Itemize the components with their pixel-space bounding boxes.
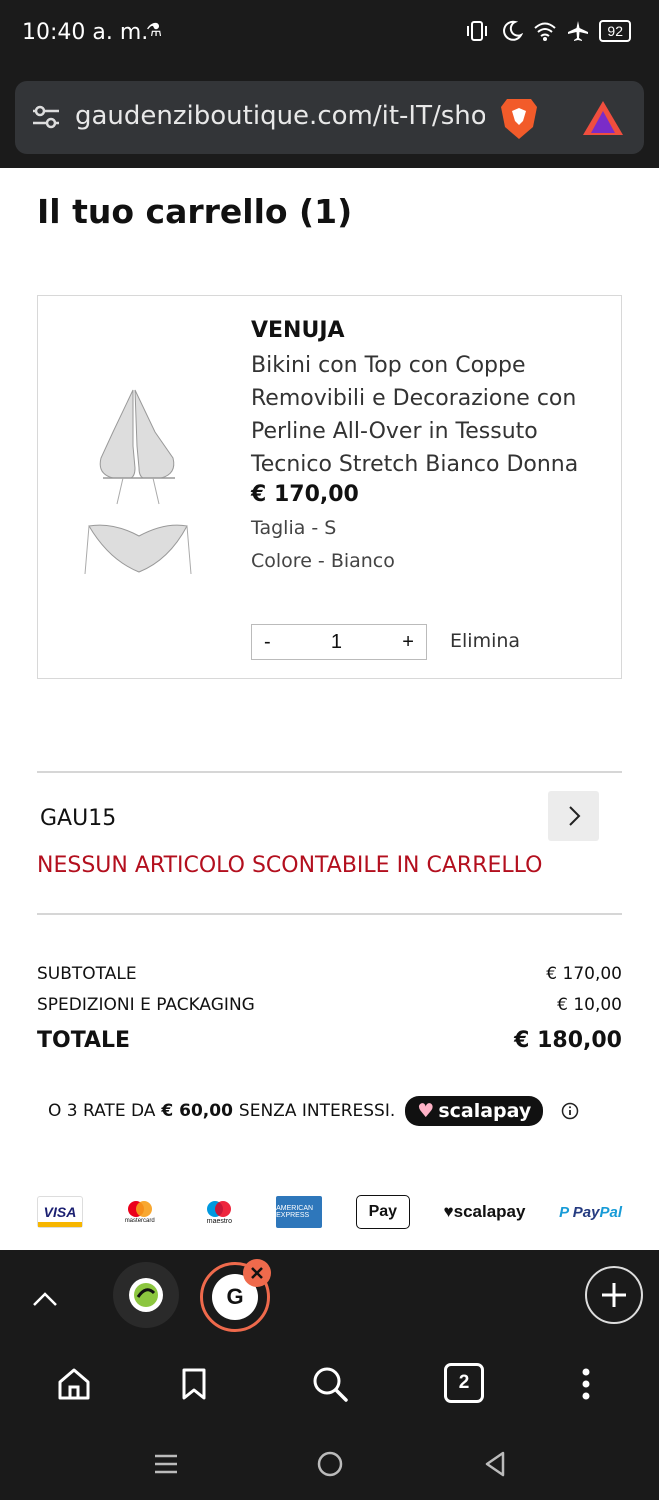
back-button[interactable]	[475, 1444, 515, 1484]
maestro-label: maestro	[206, 1217, 233, 1225]
recent-apps-button[interactable]	[146, 1446, 186, 1482]
product-price: € 170,00	[251, 482, 359, 507]
quantity-value[interactable]: 1	[331, 631, 342, 654]
subtotal-label: SUBTOTALE	[37, 964, 137, 984]
maestro-logo: maestro	[196, 1196, 242, 1228]
collapse-tabs-button[interactable]	[24, 1278, 66, 1320]
site-favicon-icon	[129, 1278, 163, 1312]
menu-lines-icon	[155, 1454, 177, 1474]
system-nav-bar	[0, 1420, 659, 1500]
product-brand: VENUJA	[251, 318, 345, 343]
brave-rewards-icon[interactable]	[581, 99, 625, 137]
moon-icon	[503, 20, 524, 41]
shipping-value: € 10,00	[557, 995, 622, 1015]
status-time: 10:40 a. m.	[22, 20, 149, 45]
battery-indicator: 92	[599, 20, 631, 42]
cart-item-card: VENUJA Bikini con Top con Coppe Removibi…	[37, 295, 622, 679]
home-button[interactable]	[52, 1362, 96, 1406]
brave-shields-icon[interactable]	[499, 95, 539, 141]
scalapay-badge: ♥ scalapay	[405, 1096, 544, 1126]
more-vertical-icon	[582, 1368, 590, 1400]
scalapay-badge-label: scalapay	[438, 1100, 532, 1122]
subtotal-value: € 170,00	[546, 964, 622, 984]
airplane-icon	[568, 21, 589, 41]
total-value: € 180,00	[514, 1028, 622, 1053]
quantity-increase-button[interactable]: +	[402, 631, 414, 654]
new-tab-button[interactable]	[585, 1266, 643, 1324]
bookmark-icon	[182, 1368, 206, 1400]
search-button[interactable]	[308, 1362, 352, 1406]
tab-thumbnail-1[interactable]	[113, 1262, 179, 1328]
page-title: Il tuo carrello (1)	[37, 192, 353, 231]
payment-methods: VISA mastercard maestro AMERICAN EXPRESS…	[37, 1194, 622, 1230]
info-icon[interactable]	[561, 1102, 579, 1120]
chevron-right-icon	[568, 806, 580, 826]
quantity-decrease-button[interactable]: -	[264, 631, 271, 654]
apply-coupon-button[interactable]	[548, 791, 599, 841]
search-icon	[313, 1367, 348, 1402]
amex-logo: AMERICAN EXPRESS	[276, 1196, 323, 1228]
paypal-p-icon: P	[559, 1203, 573, 1221]
home-icon	[58, 1368, 90, 1400]
vibrate-icon	[467, 21, 488, 41]
browser-bottom-bar: G 2	[0, 1250, 659, 1420]
product-name[interactable]: Bikini con Top con Coppe Removibili e De…	[251, 349, 601, 481]
scalapay-logo-label: scalapay	[453, 1202, 526, 1221]
product-image[interactable]	[83, 386, 193, 586]
shipping-row: SPEDIZIONI E PACKAGING € 10,00	[37, 995, 622, 1015]
site-settings-icon[interactable]	[31, 103, 61, 131]
home-system-button[interactable]	[310, 1444, 350, 1484]
quantity-stepper: - 1 +	[251, 624, 427, 660]
visa-logo: VISA	[37, 1196, 83, 1228]
product-color: Colore - Bianco	[251, 550, 395, 572]
remove-item-link[interactable]: Elimina	[450, 630, 520, 652]
apple-pay-label: Pay	[368, 1203, 398, 1220]
address-bar[interactable]: gaudenziboutique.com/it-IT/shop/cart	[15, 81, 644, 154]
coupon-code[interactable]: GAU15	[40, 806, 116, 831]
subtotal-row: SUBTOTALE € 170,00	[37, 964, 622, 984]
wifi-icon	[534, 22, 557, 41]
mastercard-logo: mastercard	[117, 1196, 163, 1228]
chevron-up-icon	[33, 1292, 57, 1306]
divider	[37, 913, 622, 915]
plus-icon	[602, 1283, 626, 1307]
shipping-label: SPEDIZIONI E PACKAGING	[37, 995, 255, 1015]
scalapay-logo: ♥scalapay	[444, 1202, 526, 1222]
paypal-label-a: Pay	[572, 1203, 600, 1221]
close-icon	[251, 1267, 263, 1279]
total-label: TOTALE	[37, 1028, 131, 1053]
close-tab-button[interactable]	[243, 1259, 271, 1287]
heart-icon: ♥	[417, 1100, 435, 1122]
mastercard-label: mastercard	[124, 1218, 155, 1224]
status-bar: 10:40 a. m. ⚗ 92	[0, 0, 659, 68]
browser-toolbar: gaudenziboutique.com/it-IT/shop/cart	[0, 68, 659, 168]
total-row: TOTALE € 180,00	[37, 1028, 622, 1053]
tab-switcher-button[interactable]: 2	[444, 1363, 484, 1403]
product-size: Taglia - S	[251, 517, 337, 539]
bookmarks-button[interactable]	[172, 1362, 216, 1406]
divider	[37, 771, 622, 773]
installments-suffix: SENZA INTERESSI.	[238, 1101, 396, 1121]
paypal-label-b: Pal	[599, 1203, 622, 1221]
installments-banner: O 3 RATE DA € 60,00 SENZA INTERESSI. ♥ s…	[48, 1096, 579, 1126]
circle-home-icon	[317, 1451, 343, 1477]
status-icons: 92	[465, 20, 631, 42]
back-triangle-icon	[485, 1451, 505, 1477]
lab-flask-icon: ⚗	[146, 20, 163, 40]
url-text[interactable]: gaudenziboutique.com/it-IT/shop/cart	[75, 101, 485, 131]
apple-pay-logo: Pay	[355, 1195, 410, 1229]
heart-icon: ♥	[443, 1202, 454, 1221]
installments-prefix: O 3 RATE DA	[48, 1101, 156, 1121]
more-menu-button[interactable]	[572, 1362, 600, 1406]
coupon-error-message: NESSUN ARTICOLO SCONTABILE IN CARRELLO	[37, 853, 543, 878]
paypal-logo: P PayPal	[559, 1204, 622, 1221]
installments-amount: € 60,00	[161, 1101, 233, 1121]
